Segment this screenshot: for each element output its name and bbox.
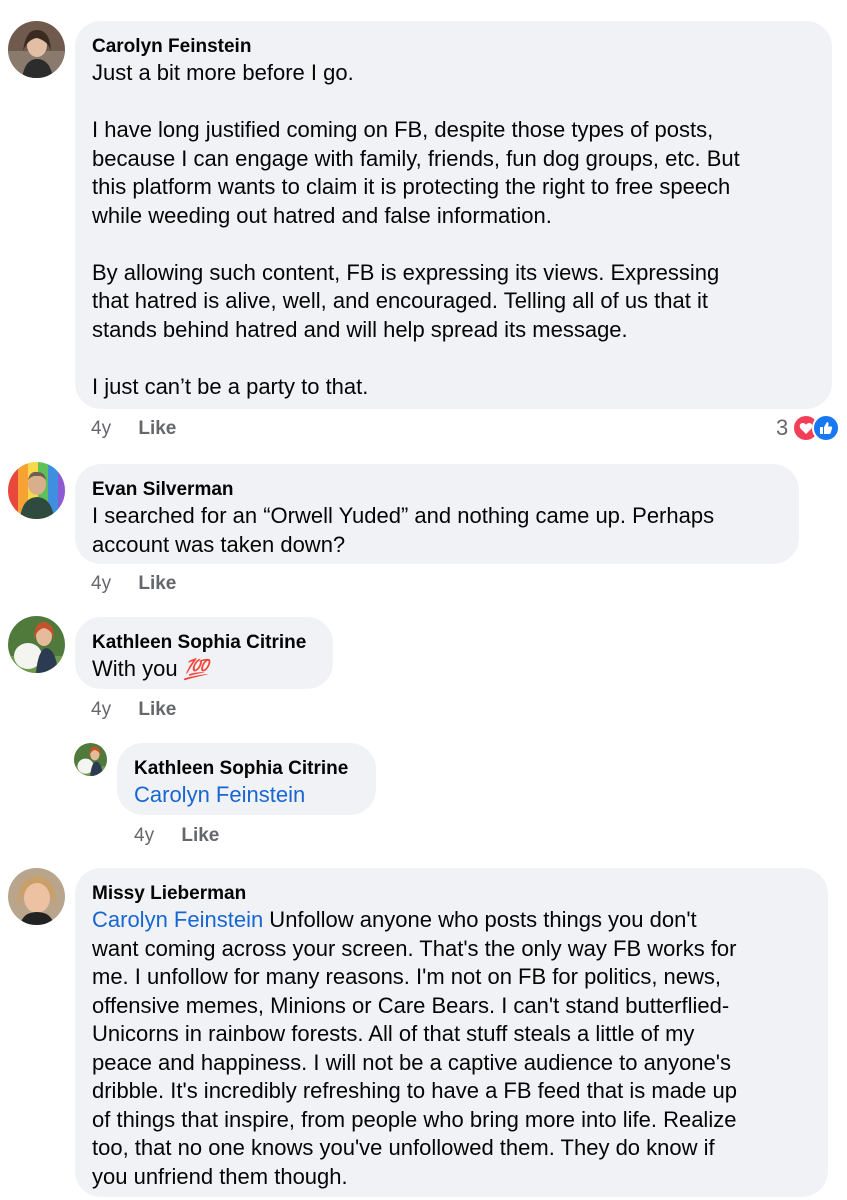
reaction-summary[interactable]: 3 — [776, 414, 841, 442]
reply-bubble: Kathleen Sophia Citrine Carolyn Feinstei… — [117, 743, 376, 815]
avatar[interactable] — [8, 616, 65, 673]
comment-actions: 4y Like — [91, 418, 176, 440]
comment-bubble: Kathleen Sophia Citrine With you 💯 — [75, 617, 333, 689]
like-button[interactable]: Like — [181, 825, 219, 847]
comment-bubble: Carolyn Feinstein Just a bit more before… — [75, 21, 832, 409]
comment-text-content: With you — [92, 656, 178, 681]
reply-actions: 4y Like — [134, 825, 219, 847]
comment-text: Carolyn Feinstein Unfollow anyone who po… — [92, 906, 811, 1191]
avatar[interactable] — [8, 868, 65, 925]
mention-link[interactable]: Carolyn Feinstein — [134, 782, 305, 807]
like-button[interactable]: Like — [138, 418, 176, 440]
comment-bubble: Evan Silverman I searched for an “Orwell… — [75, 464, 799, 564]
avatar[interactable] — [8, 462, 65, 519]
comment-actions: 4y Like — [91, 573, 176, 595]
like-button[interactable]: Like — [138, 699, 176, 721]
comment-actions: 4y Like — [91, 699, 176, 721]
hundred-points-emoji: 💯 — [183, 659, 209, 681]
comment-text: I searched for an “Orwell Yuded” and not… — [92, 503, 715, 557]
comment-author[interactable]: Kathleen Sophia Citrine — [92, 631, 316, 655]
avatar[interactable] — [8, 21, 65, 78]
comment-text: With you 💯 — [92, 655, 316, 685]
comment-timestamp[interactable]: 4y — [91, 573, 111, 595]
comment-author[interactable]: Carolyn Feinstein — [92, 35, 815, 59]
comment-text: Just a bit more before I go. I have long… — [92, 60, 740, 399]
reply-author[interactable]: Kathleen Sophia Citrine — [134, 757, 359, 781]
reply-text: Carolyn Feinstein — [134, 781, 359, 810]
like-button[interactable]: Like — [138, 573, 176, 595]
reply-timestamp[interactable]: 4y — [134, 825, 154, 847]
comment-timestamp[interactable]: 4y — [91, 418, 111, 440]
comment-text-content: Unfollow anyone who posts things you don… — [92, 907, 737, 1189]
reaction-count: 3 — [776, 415, 789, 440]
comment-author[interactable]: Evan Silverman — [92, 478, 782, 502]
like-reaction-icon — [812, 414, 841, 442]
avatar[interactable] — [74, 743, 107, 776]
mention-link[interactable]: Carolyn Feinstein — [92, 907, 263, 932]
comment-bubble: Missy Lieberman Carolyn Feinstein Unfoll… — [75, 868, 828, 1197]
comment-author[interactable]: Missy Lieberman — [92, 882, 811, 906]
comment-timestamp[interactable]: 4y — [91, 699, 111, 721]
